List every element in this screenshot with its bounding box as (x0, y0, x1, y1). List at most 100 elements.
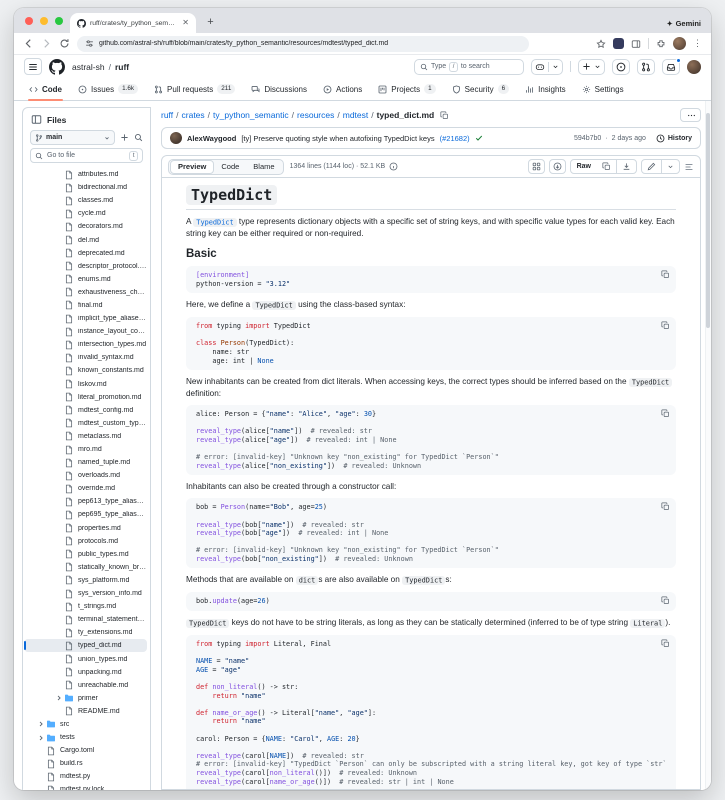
gemini-chip[interactable]: ✦ Gemini (667, 19, 701, 28)
forward-icon[interactable] (41, 38, 52, 49)
github-logo[interactable] (49, 59, 65, 75)
edit-file-button[interactable] (642, 160, 661, 173)
raw-button[interactable]: Raw (571, 160, 597, 173)
tree-item-ty-extensions-md[interactable]: ty_extensions.md (24, 626, 147, 639)
tree-item-terminal-statements-md[interactable]: terminal_statements.md (24, 613, 147, 626)
tree-item-exhaustiveness-checking-md[interactable]: exhaustiveness_checking.md (24, 286, 147, 299)
chevron-right-icon[interactable] (55, 694, 64, 702)
tree-item-enums-md[interactable]: enums.md (24, 273, 147, 286)
tree-item-pep695-type-aliases-md[interactable]: pep695_type_aliases.md (24, 508, 147, 521)
reload-icon[interactable] (59, 38, 70, 49)
view-tab-code[interactable]: Code (214, 161, 246, 173)
tree-item-statically-known-branches-md[interactable]: statically_known_branches.md (24, 561, 147, 574)
outline-button[interactable] (684, 162, 694, 172)
issues-header-button[interactable] (612, 59, 630, 75)
tree-item-build-rs[interactable]: build.rs (24, 757, 147, 770)
tree-item-deprecated-md[interactable]: deprecated.md (24, 247, 147, 260)
tree-item-src[interactable]: src (24, 718, 147, 731)
tree-item-classes-md[interactable]: classes.md (24, 194, 147, 207)
commit-hash[interactable]: 594b7b0 (574, 135, 601, 142)
breadcrumb-link-crates[interactable]: crates (182, 110, 205, 120)
tree-item-invalid-syntax-md[interactable]: invalid_syntax.md (24, 351, 147, 364)
search-files-icon[interactable] (134, 133, 143, 142)
new-tab-button[interactable]: + (203, 15, 218, 30)
commit-author-avatar[interactable] (170, 132, 182, 144)
nav-tab-projects[interactable]: Projects1 (371, 84, 442, 100)
tree-item-intersection-types-md[interactable]: intersection_types.md (24, 338, 147, 351)
nav-tab-insights[interactable]: Insights (518, 85, 573, 100)
tree-item-mdtest-custom-typeshed-md[interactable]: mdtest_custom_typeshed.md (24, 417, 147, 430)
site-settings-icon[interactable] (85, 39, 94, 48)
tree-item-metaclass-md[interactable]: metaclass.md (24, 430, 147, 443)
tree-item-attributes-md[interactable]: attributes.md (24, 168, 147, 181)
tree-item-del-md[interactable]: del.md (24, 233, 147, 246)
tree-item-pep613-type-aliases-md[interactable]: pep613_type_aliases.md (24, 495, 147, 508)
pull-requests-header-button[interactable] (637, 59, 655, 75)
global-search-input[interactable]: Type / to search (414, 59, 524, 75)
tree-item-unpacking-md[interactable]: unpacking.md (24, 666, 147, 679)
extensions-puzzle-icon[interactable] (656, 39, 666, 49)
extension-icon-dark[interactable] (613, 38, 624, 49)
url-bar[interactable]: github.com/astral-sh/ruff/blob/main/crat… (77, 36, 529, 52)
copy-code-button[interactable] (661, 502, 670, 511)
tree-item-named-tuple-md[interactable]: named_tuple.md (24, 456, 147, 469)
commit-author[interactable]: AlexWaygood (187, 134, 236, 143)
page-scrollbar[interactable] (705, 101, 711, 790)
tree-item-sys-version-info-md[interactable]: sys_version_info.md (24, 587, 147, 600)
nav-tab-settings[interactable]: Settings (575, 85, 631, 100)
bookmark-star-icon[interactable] (596, 39, 606, 49)
tree-item-sys-platform-md[interactable]: sys_platform.md (24, 574, 147, 587)
view-tab-preview[interactable]: Preview (170, 160, 214, 174)
tree-item-public-types-md[interactable]: public_types.md (24, 548, 147, 561)
history-button[interactable]: History (656, 134, 692, 143)
breadcrumb-link-mdtest[interactable]: mdtest (343, 110, 369, 120)
copy-code-button[interactable] (661, 270, 670, 279)
copy-code-button[interactable] (661, 596, 670, 605)
back-icon[interactable] (23, 38, 34, 49)
nav-tab-actions[interactable]: Actions (316, 85, 369, 100)
scrollbar-thumb[interactable] (706, 113, 710, 328)
tree-item-cycle-md[interactable]: cycle.md (24, 207, 147, 220)
tree-item-known-constants-md[interactable]: known_constants.md (24, 364, 147, 377)
download-raw-button[interactable] (616, 160, 636, 173)
repo-name-link[interactable]: ruff (115, 62, 129, 72)
chevron-right-icon[interactable] (37, 734, 46, 742)
edit-dropdown-button[interactable] (661, 160, 679, 173)
go-to-file-input[interactable]: Go to file t (30, 148, 143, 163)
nav-tab-discussions[interactable]: Discussions (244, 85, 314, 100)
tab-close-icon[interactable]: ✕ (182, 19, 189, 27)
branch-selector[interactable]: main (30, 130, 115, 145)
tree-item-primer[interactable]: primer (24, 692, 147, 705)
tree-item-readme-md[interactable]: README.md (24, 705, 147, 718)
commit-message[interactable]: [ty] Preserve quoting style when autofix… (241, 134, 434, 143)
tree-item-properties-md[interactable]: properties.md (24, 522, 147, 535)
tree-item-final-md[interactable]: final.md (24, 299, 147, 312)
checks-success-icon[interactable] (475, 134, 483, 142)
tree-item-union-types-md[interactable]: union_types.md (24, 652, 147, 665)
open-with-button[interactable] (549, 159, 566, 174)
copy-code-button[interactable] (661, 639, 670, 648)
tree-item-mro-md[interactable]: mro.md (24, 443, 147, 456)
new-file-icon[interactable] (120, 133, 129, 142)
symbols-panel-button[interactable] (528, 159, 545, 174)
breadcrumb-link-ruff[interactable]: ruff (161, 110, 173, 120)
breadcrumb-link-ty-python-semantic[interactable]: ty_python_semantic (213, 110, 289, 120)
side-panel-icon[interactable] (631, 39, 641, 49)
nav-tab-issues[interactable]: Issues1.6k (71, 84, 145, 100)
tree-item-protocols-md[interactable]: protocols.md (24, 535, 147, 548)
chevron-right-icon[interactable] (37, 720, 46, 728)
create-new-button[interactable] (578, 59, 605, 75)
tree-item-mdtest-config-md[interactable]: mdtest_config.md (24, 404, 147, 417)
nav-tab-security[interactable]: Security6 (445, 84, 516, 100)
chrome-menu-icon[interactable]: ⋮ (693, 39, 702, 48)
close-window-button[interactable] (25, 17, 33, 25)
nav-tab-pull-requests[interactable]: Pull requests211 (147, 84, 242, 100)
tree-item-cargo-toml[interactable]: Cargo.toml (24, 744, 147, 757)
view-tab-blame[interactable]: Blame (246, 161, 281, 173)
copy-code-button[interactable] (661, 321, 670, 330)
tree-item-mdtest-py-lock[interactable]: mdtest.py.lock (24, 783, 147, 790)
browser-tab[interactable]: ruff/crates/ty_python_seman... ✕ (70, 13, 196, 33)
tree-item-instance-layout-conflict-md[interactable]: instance_layout_conflict.md (24, 325, 147, 338)
tree-item-descriptor-protocol-md[interactable]: descriptor_protocol.md (24, 260, 147, 273)
breadcrumb-link-resources[interactable]: resources (297, 110, 334, 120)
